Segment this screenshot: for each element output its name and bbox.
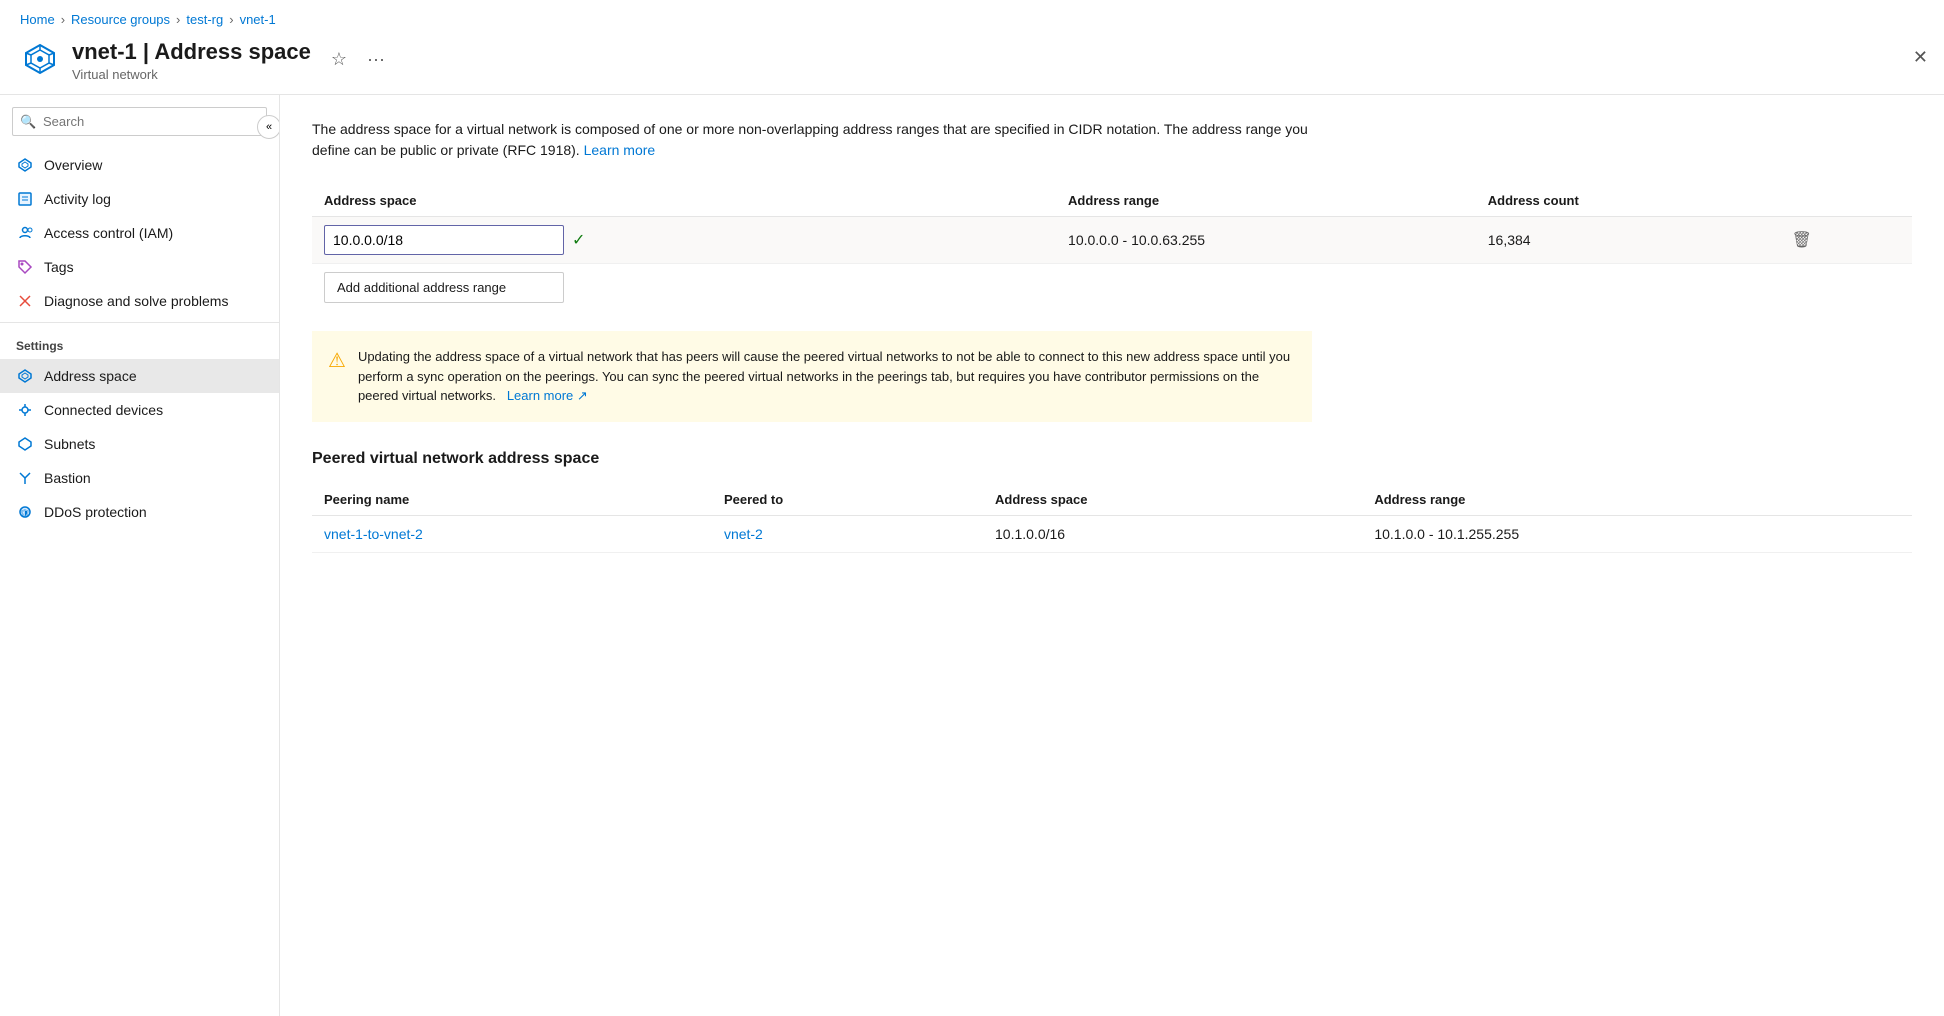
breadcrumb-vnet[interactable]: vnet-1 <box>240 12 276 27</box>
peered-col-address-space: Address space <box>983 484 1362 516</box>
sidebar-divider <box>0 322 279 323</box>
breadcrumb-test-rg[interactable]: test-rg <box>186 12 223 27</box>
peered-table: Peering name Peered to Address space Add… <box>312 484 1912 553</box>
sidebar-item-access-control[interactable]: Access control (IAM) <box>0 216 279 250</box>
address-space-icon <box>16 367 34 385</box>
sidebar-item-label-connected-devices: Connected devices <box>44 402 163 418</box>
sidebar-item-overview[interactable]: Overview <box>0 148 279 182</box>
sidebar-search-container: 🔍 « <box>12 107 267 136</box>
vnet-icon <box>20 39 60 79</box>
header-actions: ☆ ··· <box>327 45 389 74</box>
search-icon: 🔍 <box>20 114 36 130</box>
sidebar-item-activity-log[interactable]: Activity log <box>0 182 279 216</box>
favorite-button[interactable]: ☆ <box>327 45 351 74</box>
breadcrumb: Home › Resource groups › test-rg › vnet-… <box>0 0 1944 35</box>
svg-text:🛡: 🛡 <box>20 509 30 518</box>
page-header: vnet-1 | Address space Virtual network ☆… <box>0 35 1944 95</box>
activity-log-icon <box>16 190 34 208</box>
col-header-address-range: Address range <box>1056 185 1476 217</box>
sidebar-item-connected-devices[interactable]: Connected devices <box>0 393 279 427</box>
sidebar-item-label-diagnose: Diagnose and solve problems <box>44 293 228 309</box>
main-content: The address space for a virtual network … <box>280 95 1944 1016</box>
cidr-input[interactable] <box>324 225 564 255</box>
sidebar-item-ddos[interactable]: 🛡 DDoS protection <box>0 495 279 529</box>
collapse-sidebar-button[interactable]: « <box>257 115 280 139</box>
more-options-button[interactable]: ··· <box>363 45 389 74</box>
sidebar-item-label-access-control: Access control (IAM) <box>44 225 173 241</box>
address-count-cell: 16,384 <box>1476 217 1776 264</box>
address-space-cell: ✓ <box>312 217 1056 264</box>
search-input[interactable] <box>12 107 267 136</box>
add-address-range-button[interactable]: Add additional address range <box>324 272 564 303</box>
col-header-actions <box>1776 185 1912 217</box>
sidebar-item-address-space[interactable]: Address space <box>0 359 279 393</box>
address-range-cell: 10.0.0.0 - 10.0.63.255 <box>1056 217 1476 264</box>
sidebar-item-label-ddos: DDoS protection <box>44 504 147 520</box>
main-container: Home › Resource groups › test-rg › vnet-… <box>0 0 1944 1016</box>
col-header-address-space: Address space <box>312 185 1056 217</box>
sidebar-item-subnets[interactable]: Subnets <box>0 427 279 461</box>
delete-cell: 🗑 <box>1776 217 1912 264</box>
page-title-block: vnet-1 | Address space Virtual network <box>72 39 311 82</box>
warning-text: Updating the address space of a virtual … <box>358 347 1296 406</box>
peered-address-range-cell: 10.1.0.0 - 10.1.255.255 <box>1362 515 1912 552</box>
bastion-icon <box>16 469 34 487</box>
sidebar-item-bastion[interactable]: Bastion <box>0 461 279 495</box>
peered-to-cell: vnet-2 <box>712 515 983 552</box>
warning-icon: ⚠ <box>328 348 346 406</box>
breadcrumb-resource-groups[interactable]: Resource groups <box>71 12 170 27</box>
peered-col-address-range: Address range <box>1362 484 1912 516</box>
sidebar-item-diagnose[interactable]: Diagnose and solve problems <box>0 284 279 318</box>
sidebar-item-label-subnets: Subnets <box>44 436 95 452</box>
diagnose-icon <box>16 292 34 310</box>
page-subtitle: Virtual network <box>72 67 311 82</box>
peering-name-link[interactable]: vnet-1-to-vnet-2 <box>324 526 423 542</box>
tags-icon <box>16 258 34 276</box>
table-row: ✓ 10.0.0.0 - 10.0.63.255 16,384 🗑 <box>312 217 1912 264</box>
settings-section-header: Settings <box>0 327 279 359</box>
peered-to-link[interactable]: vnet-2 <box>724 526 763 542</box>
peered-address-space-cell: 10.1.0.0/16 <box>983 515 1362 552</box>
connected-devices-icon <box>16 401 34 419</box>
sidebar-item-label-bastion: Bastion <box>44 470 91 486</box>
content-area: 🔍 « Overview <box>0 95 1944 1016</box>
sidebar-item-tags[interactable]: Tags <box>0 250 279 284</box>
learn-more-link-warning[interactable]: Learn more ↗ <box>503 388 588 403</box>
add-range-row: Add additional address range <box>312 264 1912 312</box>
sidebar: 🔍 « Overview <box>0 95 280 1016</box>
sidebar-item-label-address-space: Address space <box>44 368 137 384</box>
sidebar-item-label-overview: Overview <box>44 157 102 173</box>
add-range-cell: Add additional address range <box>312 264 1912 312</box>
page-title: vnet-1 | Address space <box>72 39 311 65</box>
col-header-address-count: Address count <box>1476 185 1776 217</box>
description-text: The address space for a virtual network … <box>312 119 1312 161</box>
learn-more-link-top[interactable]: Learn more <box>584 142 656 158</box>
sidebar-item-label-tags: Tags <box>44 259 74 275</box>
peering-name-cell: vnet-1-to-vnet-2 <box>312 515 712 552</box>
peered-section-title: Peered virtual network address space <box>312 450 1912 468</box>
check-icon: ✓ <box>572 230 585 250</box>
breadcrumb-home[interactable]: Home <box>20 12 55 27</box>
peered-col-peered-to: Peered to <box>712 484 983 516</box>
overview-icon <box>16 156 34 174</box>
peered-col-peering-name: Peering name <box>312 484 712 516</box>
delete-row-button[interactable]: 🗑 <box>1788 226 1816 254</box>
sidebar-item-label-activity-log: Activity log <box>44 191 111 207</box>
subnets-icon <box>16 435 34 453</box>
address-table: Address space Address range Address coun… <box>312 185 1912 311</box>
cidr-input-container: ✓ <box>324 225 1044 255</box>
close-button[interactable]: ✕ <box>1913 47 1928 68</box>
peered-table-row: vnet-1-to-vnet-2 vnet-2 10.1.0.0/16 10.1… <box>312 515 1912 552</box>
ddos-icon: 🛡 <box>16 503 34 521</box>
warning-box: ⚠ Updating the address space of a virtua… <box>312 331 1312 422</box>
access-control-icon <box>16 224 34 242</box>
